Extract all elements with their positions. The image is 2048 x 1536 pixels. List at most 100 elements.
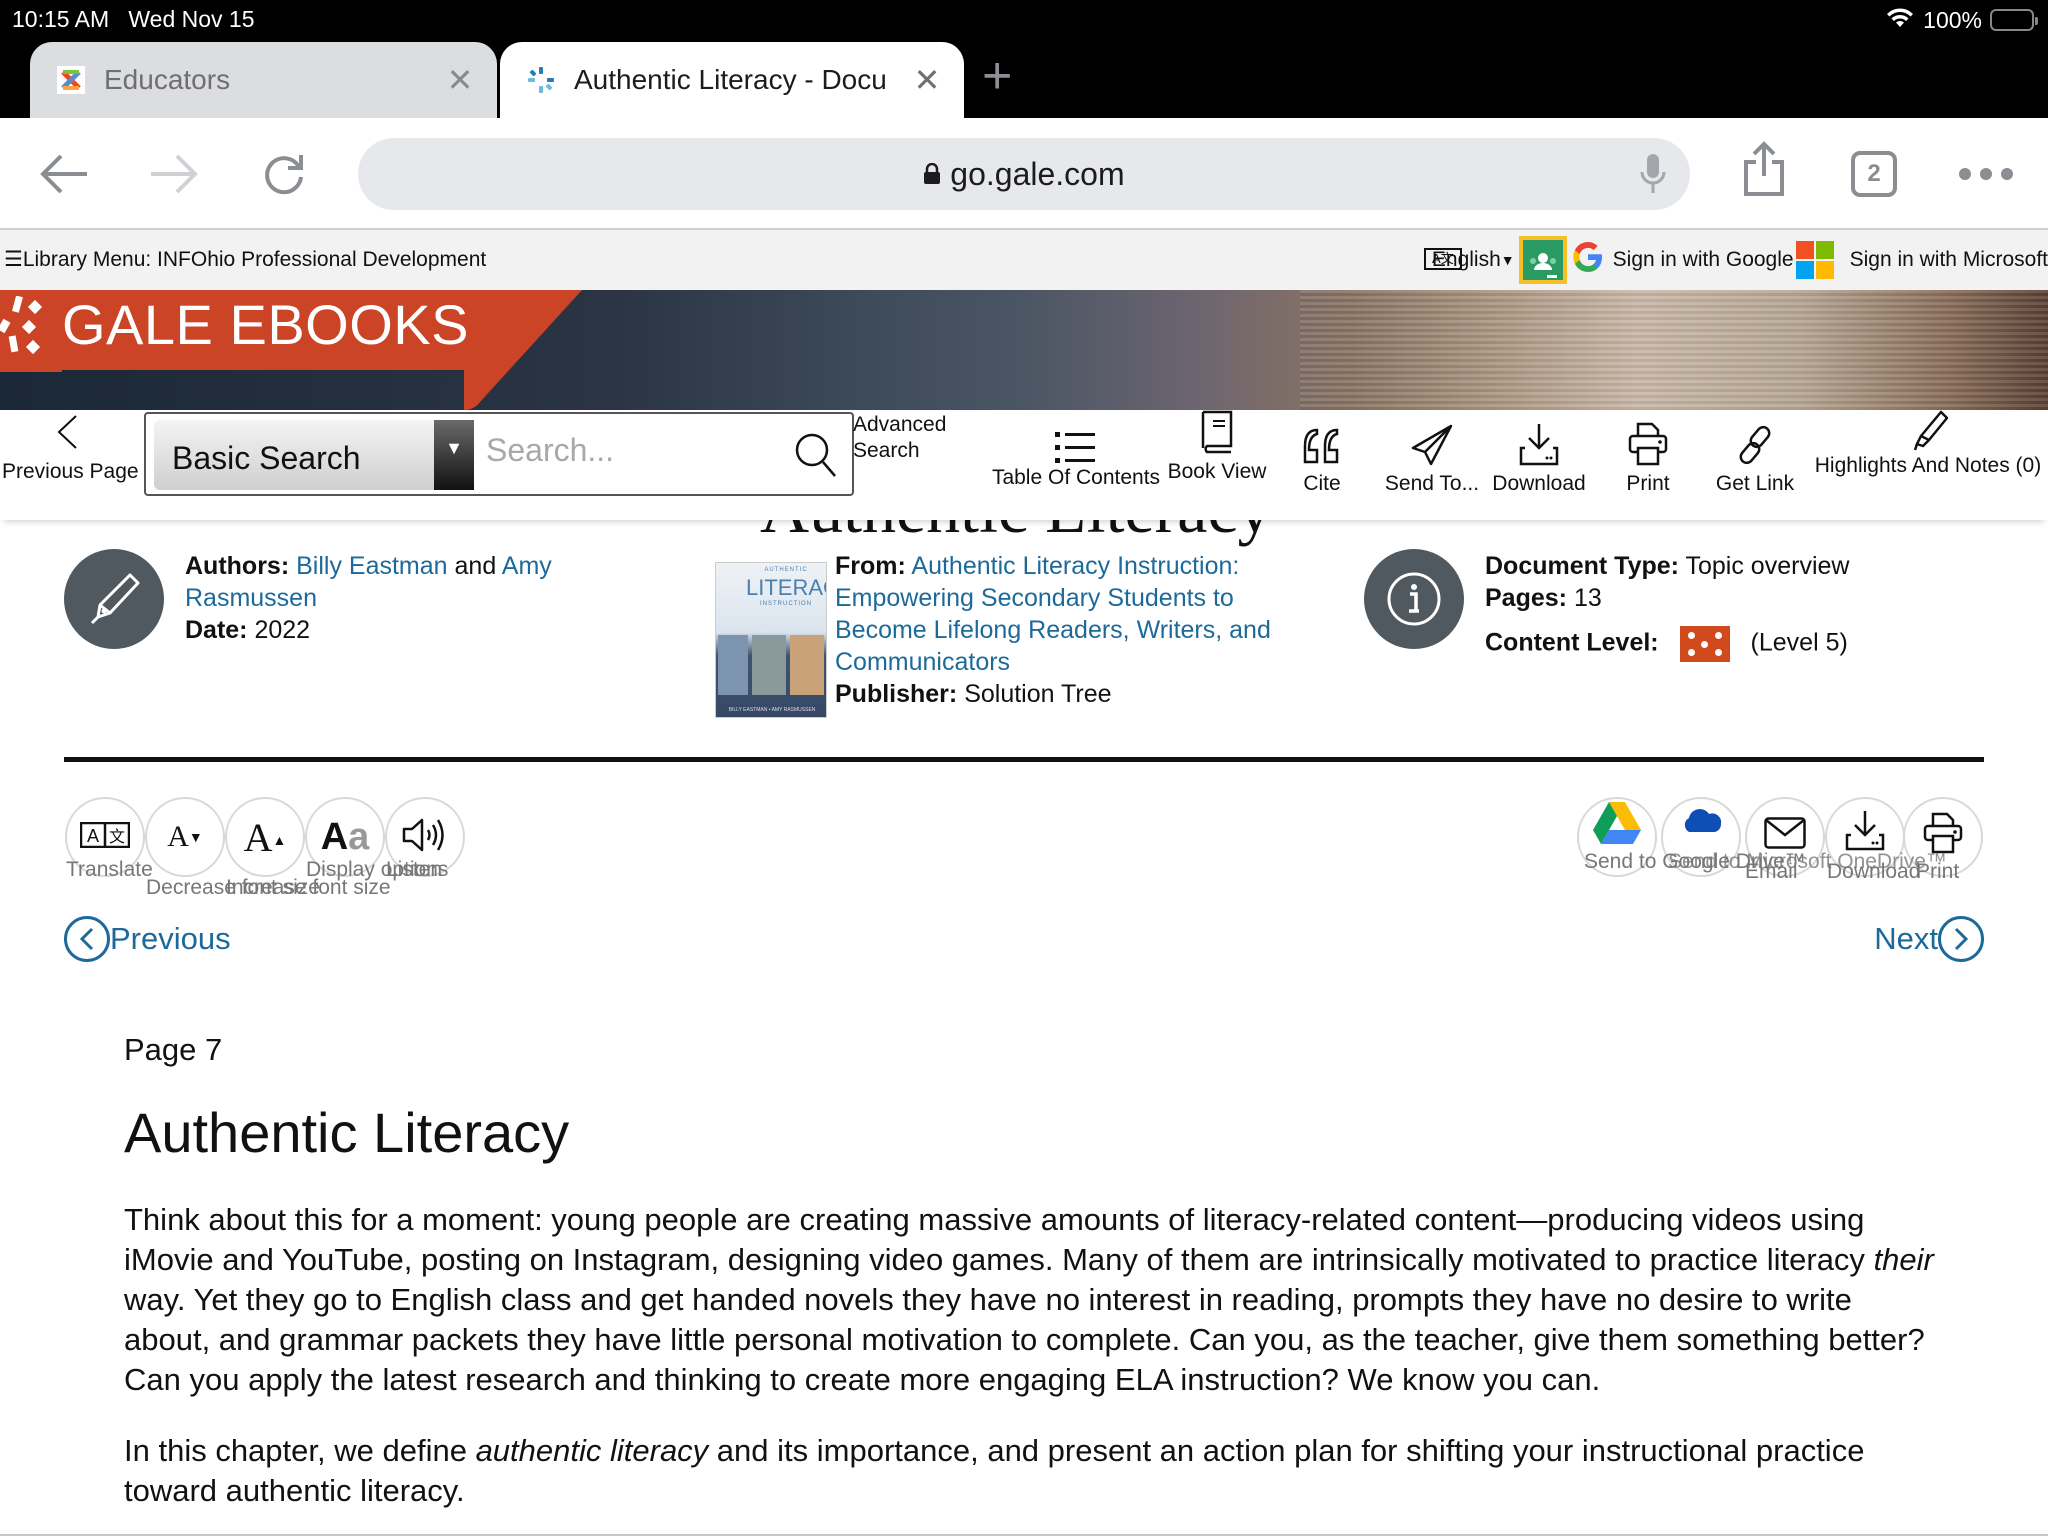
svg-text:A: A (87, 826, 99, 846)
paper-plane-icon (1378, 410, 1486, 466)
tab-bar: Educators ✕ Authentic Literacy - Docu ✕ … (0, 42, 2048, 118)
book-cover-image[interactable]: AUTHENTIC LITERACY INSTRUCTION BILLY EAS… (715, 562, 827, 718)
info-icon (1364, 549, 1464, 649)
search-input[interactable]: Search... (486, 432, 614, 469)
decrease-font-icon: A▼ (167, 820, 203, 853)
joomla-icon (56, 65, 86, 95)
download-button[interactable]: Download (1488, 410, 1590, 510)
sign-in-microsoft-button[interactable]: Sign in with Microsoft (1794, 241, 2048, 279)
book-view-button[interactable]: Book View (1162, 410, 1272, 510)
decrease-font-button[interactable]: A▼ (145, 797, 225, 877)
link-icon (1710, 410, 1800, 466)
search-type-select[interactable]: Basic Search ▼ (154, 420, 474, 490)
table-of-contents-button[interactable]: Table Of Contents (987, 410, 1165, 510)
previous-button[interactable]: Previous (64, 916, 231, 962)
source-book-link[interactable]: Communicators (835, 648, 1010, 676)
increase-font-button[interactable]: A▲ (225, 797, 305, 877)
browser-toolbar: go.gale.com 2 (0, 118, 2048, 230)
source-block: From: Authentic Literacy Instruction: Em… (835, 552, 1271, 708)
chevron-left-icon (0, 410, 144, 450)
lock-icon (923, 156, 941, 192)
back-arrow-icon[interactable] (36, 146, 92, 202)
address-bar[interactable]: go.gale.com (358, 138, 1690, 210)
tab-title: Educators (104, 64, 231, 95)
status-bar: 10:15 AM Wed Nov 15 100% (0, 0, 2048, 42)
highlights-notes-button[interactable]: Highlights And Notes (0) (1808, 410, 2048, 510)
close-tab-icon[interactable]: ✕ (912, 61, 942, 99)
previous-page-button[interactable]: Previous Page (0, 410, 144, 510)
library-menu-bar: ☰Library Menu: INFOhio Professional Deve… (0, 230, 2048, 290)
divider (64, 757, 1984, 762)
download-icon (1488, 410, 1590, 466)
battery-icon (1990, 9, 2038, 31)
mic-icon[interactable] (1640, 152, 1666, 201)
increase-font-icon: A▲ (243, 814, 287, 860)
tabs-icon[interactable]: 2 (1846, 146, 1902, 202)
source-book-link[interactable]: Authentic Literacy Instruction: (911, 552, 1239, 580)
get-link-button[interactable]: Get Link (1710, 410, 1800, 510)
document-info-block: Document Type: Topic overview Pages: 13 … (1485, 550, 2005, 662)
send-to-button[interactable]: Send To... (1378, 410, 1486, 510)
url-text: go.gale.com (358, 156, 1690, 193)
page-number: Page 7 (124, 1032, 223, 1067)
author-link[interactable]: Amy (502, 552, 552, 580)
status-time: 10:15 AM Wed Nov 15 (12, 6, 255, 32)
sign-in-google-button[interactable]: Sign in with Google (1571, 240, 1794, 280)
tool-label: Print (1916, 860, 1960, 883)
language-select[interactable]: A文 English ▼ (1423, 248, 1515, 272)
more-icon[interactable] (1956, 146, 2016, 202)
microsoft-logo-icon (1795, 241, 1834, 279)
search-icon[interactable] (794, 432, 838, 483)
tab-educators[interactable]: Educators ✕ (30, 42, 497, 118)
new-tab-button[interactable]: + (982, 46, 1012, 106)
google-classroom-icon[interactable] (1518, 236, 1567, 284)
wifi-icon (1885, 6, 1915, 34)
advanced-search-link[interactable]: Advanced Search (853, 412, 963, 512)
display-options-icon: Aa (320, 815, 370, 858)
google-drive-icon (1593, 801, 1641, 849)
share-icon[interactable] (1736, 140, 1792, 196)
print-button[interactable]: Print (1620, 410, 1676, 510)
email-icon (1764, 816, 1806, 854)
highlighter-icon (1808, 410, 2048, 452)
close-tab-icon[interactable]: ✕ (445, 61, 475, 99)
forward-arrow-icon[interactable] (146, 146, 202, 202)
section-heading: Authentic Literacy (124, 1101, 570, 1164)
tool-label: Download (1827, 860, 1921, 883)
next-button[interactable]: Next (1874, 916, 1984, 962)
author-link[interactable]: Rasmussen (185, 584, 317, 612)
speaker-icon (402, 816, 448, 859)
gale-logo-icon (0, 295, 60, 361)
source-book-link[interactable]: Become Lifelong Readers, Writers, and (835, 616, 1271, 644)
tool-label: Listen (386, 858, 443, 881)
document-toolbar: Previous Page Basic Search ▼ Search... A… (0, 410, 2048, 520)
tab-title: Authentic Literacy - Docu (574, 64, 887, 95)
google-g-icon (1571, 240, 1605, 280)
content-level-badge-icon (1679, 626, 1730, 662)
search-box: Basic Search ▼ Search... (144, 412, 854, 496)
gale-ebooks-banner: GALE EBOOKS (0, 290, 2048, 410)
onedrive-icon (1679, 806, 1723, 839)
dropdown-arrow-icon: ▼ (1500, 252, 1515, 268)
tab-authentic-literacy[interactable]: Authentic Literacy - Docu ✕ (500, 42, 964, 118)
chevron-left-icon (64, 916, 110, 962)
tool-label: Translate (66, 858, 153, 881)
paragraph: In this chapter, we define authentic lit… (124, 1433, 1865, 1508)
download-icon (1845, 809, 1885, 856)
svg-text:文: 文 (109, 827, 125, 846)
library-menu-button[interactable]: ☰Library Menu: INFOhio Professional Deve… (4, 247, 486, 272)
print-icon (1620, 410, 1676, 466)
translate-icon: A文 (79, 821, 131, 853)
reload-icon[interactable] (256, 146, 312, 202)
cite-button[interactable]: Cite (1290, 410, 1354, 510)
source-book-link[interactable]: Empowering Secondary Students to (835, 584, 1234, 612)
gale-icon (526, 65, 556, 95)
hamburger-icon: ☰ (4, 248, 23, 271)
author-link[interactable]: Billy Eastman (296, 552, 447, 580)
translate-icon: A文 (1423, 248, 1462, 270)
book-icon (1162, 410, 1272, 466)
list-icon (987, 410, 1165, 466)
tool-label: Email (1745, 860, 1798, 883)
quote-icon (1290, 410, 1354, 466)
brand-title[interactable]: GALE EBOOKS (62, 292, 469, 357)
